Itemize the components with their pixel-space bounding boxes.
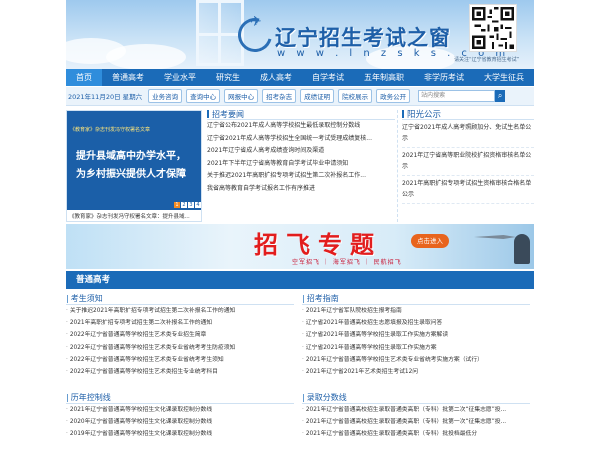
current-date: 2021年11月20日 星期六 <box>68 93 143 101</box>
promo-caption[interactable]: 《教育家》杂志刊发冯守权署名文章：提升县域... <box>69 212 190 220</box>
list-item[interactable]: 2021年辽宁省普通高等学校招生艺术类专业省统考实施方案（试行） <box>302 354 530 366</box>
column-control-lines: |历年控制线 2021年辽宁省普通高等学校招生文化课录取控制分数线 2020年辽… <box>66 392 294 441</box>
admission-scores-list: 2021年辽宁省普通高校招生录取普通类高职（专科）批第二次“征集志愿”投... … <box>302 404 530 441</box>
news-list: 辽宁省公布2021年成人高等学校招生最低录取控制分数线 辽宁省2021年成人高等… <box>207 120 395 196</box>
list-item[interactable]: 2022年辽宁省普通高等学校招生艺术类招生专业统考科目 <box>66 366 294 378</box>
list-item[interactable]: 2021年辽宁省普通高等学校招生文化课录取控制分数线 <box>66 404 294 416</box>
query-center-button[interactable]: 查询中心 <box>186 89 221 103</box>
slider-pager: 1 2 3 4 <box>173 202 201 208</box>
pilot-image <box>514 234 530 264</box>
sunshine-list: 辽宁省2021年成人高考照顾加分、免试生名单公示 2021年辽宁省高等职业院校扩… <box>402 120 534 204</box>
list-item[interactable]: 辽宁省2021年普通高等学校招生录取工作实施方案 <box>302 342 530 354</box>
sunshine-link[interactable]: 2021年高职扩招专项考试招生资格审核合格名单公示 <box>402 176 534 204</box>
qr-caption: 请关注“辽宁省教育招生考试” <box>454 57 520 63</box>
slider-dot[interactable]: 1 <box>174 202 180 208</box>
nav-item-graduate[interactable]: 研究生 <box>206 69 250 86</box>
list-item[interactable]: 2021年辽宁省普通高校招生录取普通类高职（专科）批投档最低分 <box>302 428 530 440</box>
recruit-banner[interactable]: 招飞专题 空军招飞 ｜ 海军招飞 ｜ 民航招飞 点击进入 <box>66 224 534 269</box>
nav-item-self-study[interactable]: 自学考试 <box>302 69 354 86</box>
sunshine-link[interactable]: 2021年辽宁省高等职业院校扩招资格审核名单公示 <box>402 148 534 176</box>
guide-list: 2021年辽宁省军队院校招生报考指南 辽宁省2021年普通高校招生志愿填报及招生… <box>302 305 530 378</box>
gov-affairs-button[interactable]: 政务公开 <box>376 89 411 103</box>
magazine-button[interactable]: 招考杂志 <box>262 89 297 103</box>
column-title[interactable]: | 考生须知 <box>66 293 294 305</box>
main-nav: 首页 普通高考 学业水平 研究生 成人高考 自学考试 五年制高职 非学历考试 大… <box>66 69 534 86</box>
news-link[interactable]: 辽宁省2021年成人高等学校招生全国统一考试受理成绩复核... <box>207 133 395 146</box>
slider-dot[interactable]: 2 <box>181 202 187 208</box>
banner-subtitle: 空军招飞 ｜ 海军招飞 ｜ 民航招飞 <box>292 259 402 266</box>
news-link[interactable]: 我省高等教育自学考试报名工作有序推进 <box>207 183 395 196</box>
news-link[interactable]: 辽宁省公布2021年成人高等学校招生最低录取控制分数线 <box>207 120 395 133</box>
list-item[interactable]: 2022年辽宁省普通高等学校招生艺术类专业省统考考生须知 <box>66 354 294 366</box>
promo-image[interactable]: 《教育家》杂志刊发冯守权署名文章 提升县域高中办学水平， 为乡村振兴提供人才保障… <box>67 111 201 210</box>
promo-headline: 提升县域高中办学水平， <box>76 151 186 162</box>
sunshine-title: 阳光公示 <box>402 110 534 120</box>
column-title[interactable]: | 招考指南 <box>302 293 530 305</box>
banner-enter-button[interactable]: 点击进入 <box>411 234 449 248</box>
notice-list: 关于推迟2021年高职扩招专项考试招生第二次补报名工作的通知 2021年高职扩招… <box>66 305 294 378</box>
list-item[interactable]: 2021年辽宁省普通高校招生录取普通类高职（专科）批第二次“征集志愿”投... <box>302 404 530 416</box>
list-item[interactable]: 辽宁省2021年普通高等学校招生录取工作实施方案解读 <box>302 329 530 341</box>
qr-code <box>469 4 517 52</box>
list-item[interactable]: 辽宁省2021年普通高校招生志愿填报及招生录取问答 <box>302 317 530 329</box>
nav-item-xueye[interactable]: 学业水平 <box>154 69 206 86</box>
news-panel: 招考要闻 辽宁省公布2021年成人高等学校招生最低录取控制分数线 辽宁省2021… <box>207 110 395 222</box>
nav-item-non-degree[interactable]: 非学历考试 <box>414 69 474 86</box>
list-item[interactable]: 2021年辽宁省军队院校招生报考指南 <box>302 305 530 317</box>
sunshine-panel: 阳光公示 辽宁省2021年成人高考照顾加分、免试生名单公示 2021年辽宁省高等… <box>397 110 534 222</box>
list-item[interactable]: 2022年辽宁省普通高等学校招生艺术类专业省统考考生防疫须知 <box>66 342 294 354</box>
list-item[interactable]: 2021年辽宁省普通高校招生录取普通类高职（专科）批第一次“征集志愿”投... <box>302 416 530 428</box>
section-header: 普通高考 <box>66 271 534 289</box>
college-showcase-button[interactable]: 院校展示 <box>338 89 373 103</box>
list-item[interactable]: 2019年辽宁省普通高等学校招生文化课录取控制分数线 <box>66 428 294 440</box>
column-guide: |招考指南 2021年辽宁省军队院校招生报考指南 辽宁省2021年普通高校招生志… <box>302 293 530 378</box>
list-item[interactable]: 2021年高职扩招专项考试招生第二次补报名工作的通知 <box>66 317 294 329</box>
score-proof-button[interactable]: 成绩证明 <box>300 89 335 103</box>
nav-item-five-year[interactable]: 五年制高职 <box>354 69 414 86</box>
site-header: ✈ 辽宁招生考试之窗 w w w . l n z s k s . c o m 请… <box>66 0 534 69</box>
search-input[interactable]: 站内搜索 <box>418 90 496 102</box>
consult-button[interactable]: 业务咨询 <box>148 89 183 103</box>
sub-toolbar: 2021年11月20日 星期六 业务咨询 查询中心 网报中心 招考杂志 成绩证明… <box>66 87 534 106</box>
news-link[interactable]: 2021年辽宁省成人高考成绩查询时间及渠道 <box>207 145 395 158</box>
list-item[interactable]: 关于推迟2021年高职扩招专项考试招生第二次补报名工作的通知 <box>66 305 294 317</box>
slider-dot[interactable]: 4 <box>195 202 201 208</box>
control-lines-list: 2021年辽宁省普通高等学校招生文化课录取控制分数线 2020年辽宁省普通高等学… <box>66 404 294 441</box>
promo-header: 《教育家》杂志刊发冯守权署名文章 <box>70 127 151 133</box>
nav-item-gaokao[interactable]: 普通高考 <box>102 69 154 86</box>
slider-dot[interactable]: 3 <box>188 202 194 208</box>
nav-item-home[interactable]: 首页 <box>66 69 102 86</box>
list-item[interactable]: 2022年辽宁省普通高等学校招生艺术类专业招生简章 <box>66 329 294 341</box>
nav-item-adult[interactable]: 成人高考 <box>250 69 302 86</box>
promo-slider[interactable]: 《教育家》杂志刊发冯守权署名文章 提升县域高中办学水平， 为乡村振兴提供人才保障… <box>66 110 202 222</box>
search-icon[interactable]: ⌕ <box>495 90 506 102</box>
column-title[interactable]: | 录取分数线 <box>302 392 530 404</box>
promo-headline: 为乡村振兴提供人才保障 <box>76 169 186 180</box>
news-link[interactable]: 2021年下半年辽宁省高等教育自学考试毕业申请须知 <box>207 158 395 171</box>
column-title[interactable]: | 历年控制线 <box>66 392 294 404</box>
news-link[interactable]: 关于推迟2021年高职扩招专项考试招生第二次补报名工作... <box>207 170 395 183</box>
section-title[interactable]: 普通高考 <box>76 275 110 285</box>
column-notice: |考生须知 关于推迟2021年高职扩招专项考试招生第二次补报名工作的通知 202… <box>66 293 294 378</box>
section-marker <box>207 110 209 118</box>
sunshine-link[interactable]: 辽宁省2021年成人高考照顾加分、免试生名单公示 <box>402 120 534 148</box>
list-item[interactable]: 2021年辽宁省2021年艺术类招生考试12问 <box>302 366 530 378</box>
dove-icon: ✈ <box>250 14 262 30</box>
online-register-button[interactable]: 网报中心 <box>224 89 259 103</box>
jet-icon <box>474 235 516 239</box>
section-marker <box>402 110 404 118</box>
banner-title: 招飞专题 <box>254 231 382 259</box>
column-admission-scores: |录取分数线 2021年辽宁省普通高校招生录取普通类高职（专科）批第二次“征集志… <box>302 392 530 441</box>
list-item[interactable]: 2020年辽宁省普通高等学校招生文化课录取控制分数线 <box>66 416 294 428</box>
news-title: 招考要闻 <box>207 110 395 120</box>
nav-item-conscription[interactable]: 大学生征兵 <box>474 69 534 86</box>
cloud-decoration <box>106 44 186 69</box>
